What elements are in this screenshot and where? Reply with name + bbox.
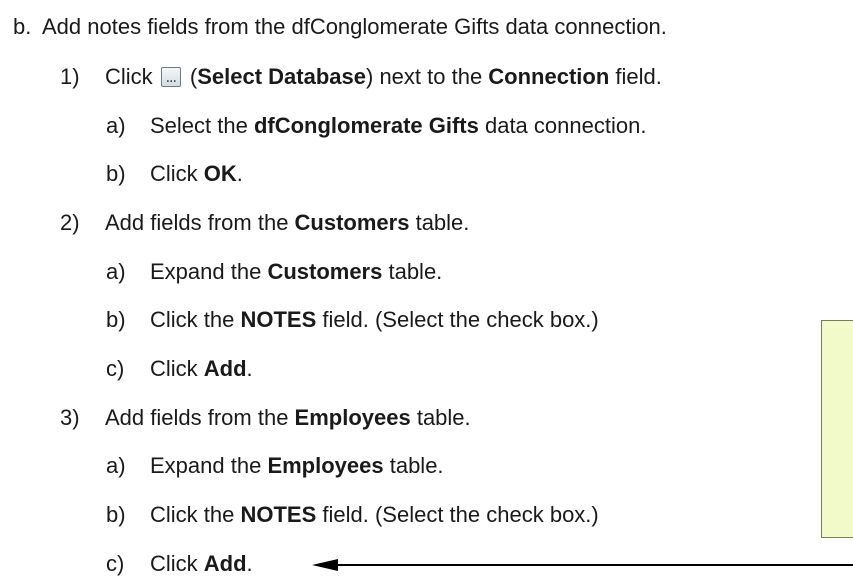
callout-arrow-head xyxy=(312,559,338,571)
callout-arrow xyxy=(312,559,853,571)
